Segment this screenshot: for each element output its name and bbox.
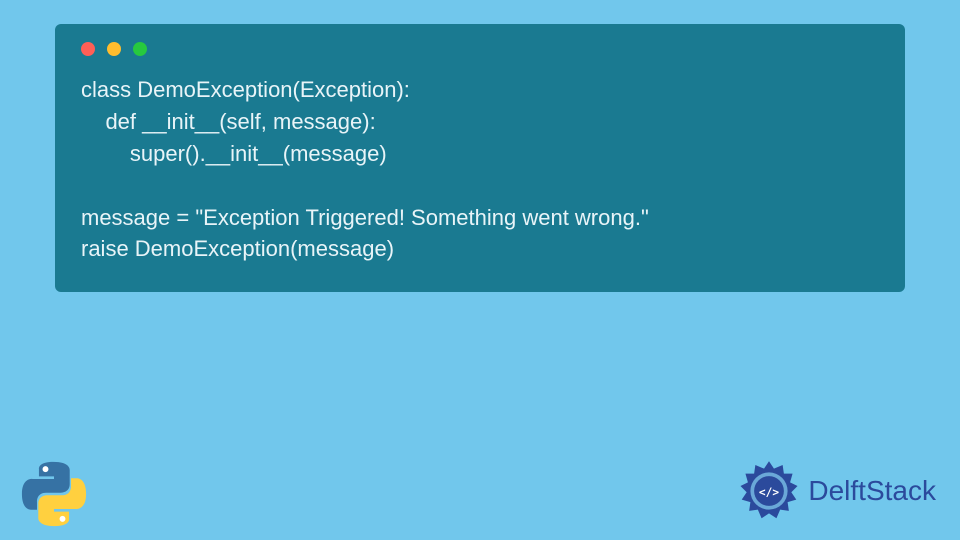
code-line-3: super().__init__(message) — [81, 141, 387, 166]
code-block: class DemoException(Exception): def __in… — [81, 74, 879, 265]
delftstack-logo: </> DelftStack — [738, 460, 936, 522]
minimize-icon — [107, 42, 121, 56]
code-line-5: message = "Exception Triggered! Somethin… — [81, 205, 649, 230]
code-line-6: raise DemoException(message) — [81, 236, 394, 261]
maximize-icon — [133, 42, 147, 56]
brand-name: DelftStack — [808, 475, 936, 507]
gear-badge-icon: </> — [738, 460, 800, 522]
close-icon — [81, 42, 95, 56]
svg-text:</>: </> — [759, 486, 779, 499]
code-line-1: class DemoException(Exception): — [81, 77, 410, 102]
code-window: class DemoException(Exception): def __in… — [55, 24, 905, 292]
window-controls — [81, 42, 879, 56]
code-line-2: def __init__(self, message): — [81, 109, 376, 134]
python-icon — [18, 458, 90, 530]
